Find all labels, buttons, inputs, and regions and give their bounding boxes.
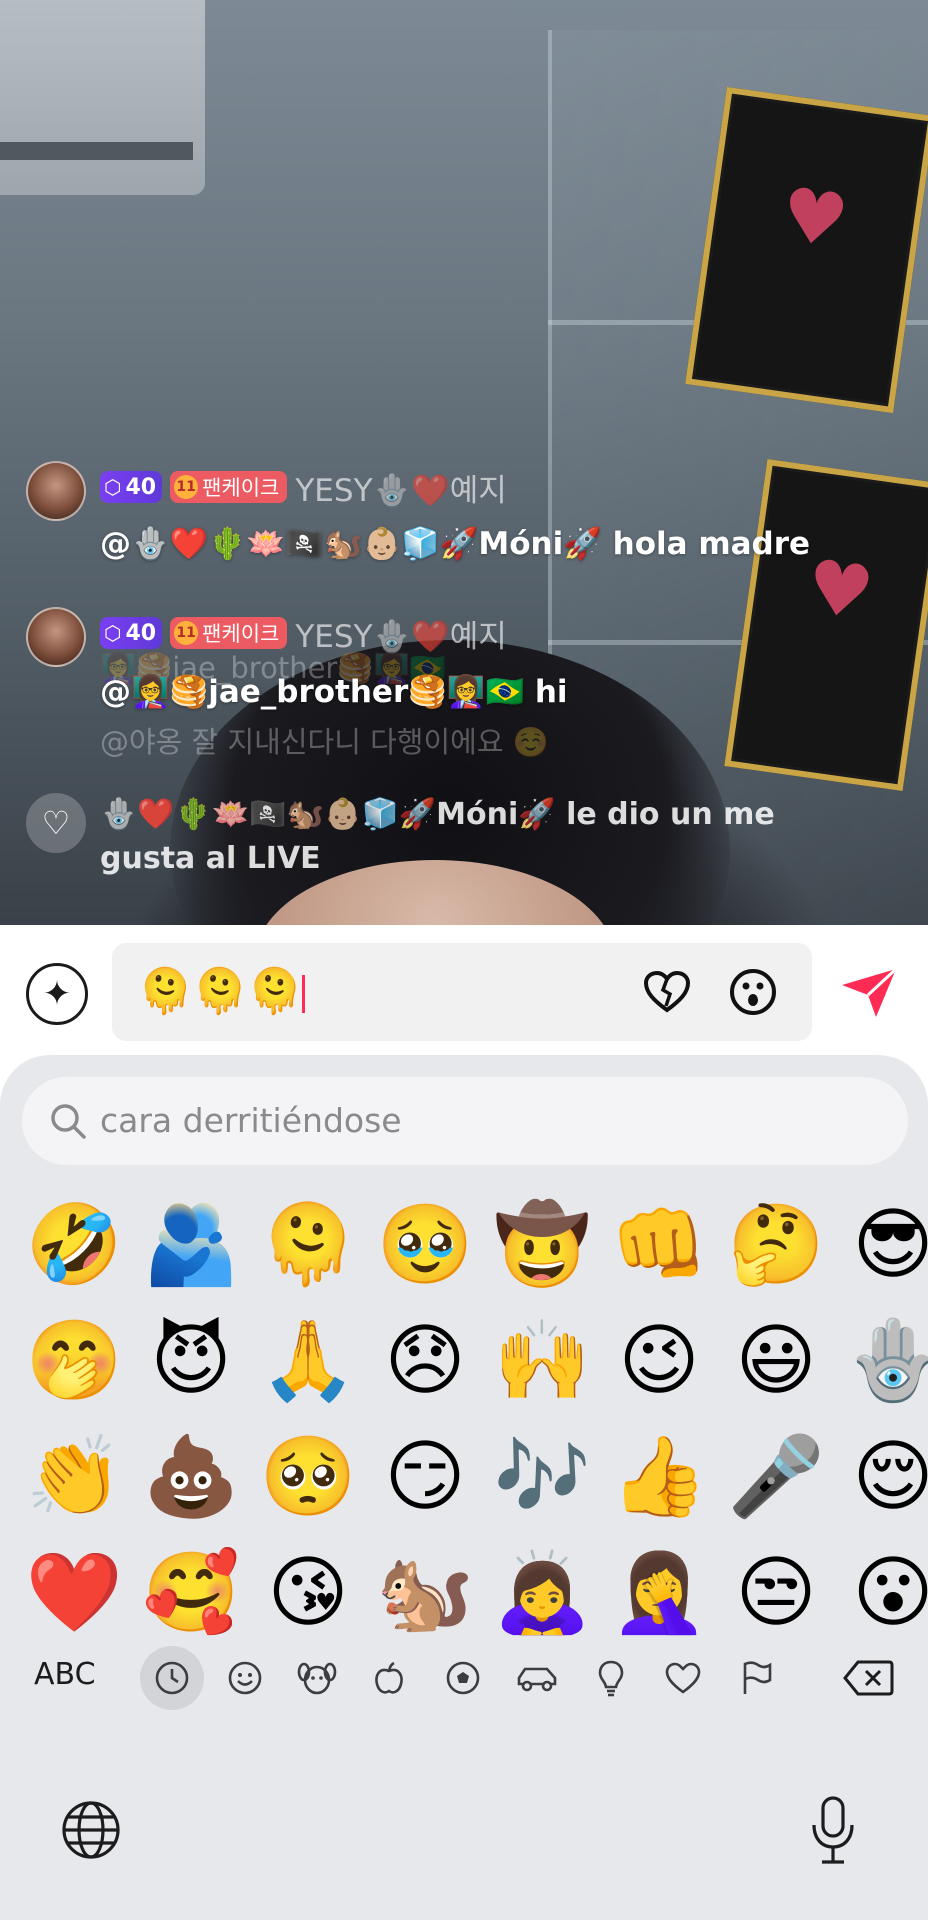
live-video: ♥ ♥ [0,0,928,925]
send-icon [842,967,898,1017]
animal-icon[interactable] [292,1653,342,1703]
emoji-key[interactable]: 🤭 [24,1311,124,1411]
emoji-key[interactable]: 👍 [609,1427,709,1527]
car-icon[interactable] [512,1653,562,1703]
fan-club-badge: 11 팬케이크 [170,471,288,503]
emoji-key[interactable]: 😎 [843,1195,928,1295]
emoji-key[interactable]: 😞 [375,1311,475,1411]
emoji-key[interactable]: 😏 [375,1427,475,1527]
comment-input[interactable]: 🫠🫠🫠 [112,943,812,1041]
gift-heart-button[interactable] [642,967,692,1017]
globe-icon[interactable] [60,1799,122,1861]
award-plaque-top: ♥ [685,86,928,414]
delete-icon[interactable] [840,1653,896,1703]
chat-text: @👩‍🏫🥞jae_brother🥞👩‍🏫🇧🇷 hi [100,674,568,710]
gem-icon: ⬡ [104,621,122,645]
surprised-face-icon [730,969,776,1015]
level-badge: ⬡ 40 [100,617,163,649]
food-icon[interactable] [364,1653,414,1703]
emoji-key[interactable]: 😒 [726,1543,826,1643]
emoji-key[interactable]: 🥺 [258,1427,358,1527]
chat-header: ⬡ 40 11 팬케이크 YESY🪬❤️예지 [100,611,507,655]
heart-icon: ♡ [26,793,86,853]
emoji-key[interactable]: 🤦‍♀️ [609,1543,709,1643]
emoji-key[interactable]: 🥹 [375,1195,475,1295]
smiley-icon[interactable] [220,1653,270,1703]
emoji-key[interactable]: 🤣 [24,1195,124,1295]
avatar[interactable] [26,461,86,521]
comment-input-bar: ✦ 🫠🫠🫠 [0,925,928,1055]
emoji-key[interactable]: 👏 [24,1427,124,1527]
emoji-category-bar: ABC [0,1633,928,1723]
ai-sparkle-button[interactable]: ✦ [26,963,88,1025]
emoji-search-text: cara derritiéndose [100,1101,402,1140]
broken-heart-icon [643,970,691,1013]
chat-ghost-text: @야옹 잘 지내신다니 다행이에요 ☺️ [100,725,549,759]
fan-club-badge: 11 팬케이크 [170,617,288,649]
level-badge: ⬡ 40 [100,471,163,503]
emoji-key[interactable]: 😌 [843,1427,928,1527]
like-notice-text: 🪬❤️🌵🪷🏴‍☠️🐿️👶🏼🧊🚀Móni🚀 le dio un me gusta … [100,797,775,876]
sparkle-icon: ✦ [42,974,72,1014]
emoji-key[interactable]: 😈 [141,1311,241,1411]
keyboard-bottom-row [0,1775,928,1885]
emoji-key[interactable]: 🙇‍♀️ [492,1543,592,1643]
emoji-key[interactable]: 🤔 [726,1195,826,1295]
emoji-key[interactable]: 😃 [726,1311,826,1411]
heart-icon[interactable] [658,1653,708,1703]
emoji-key[interactable]: ❤️ [24,1543,124,1643]
lightbulb-icon[interactable] [586,1653,636,1703]
air-conditioner [0,0,205,195]
comment-input-value: 🫠🫠🫠 [138,966,303,1017]
fan-club-icon: 11 [174,475,199,499]
emoji-key[interactable]: 🪬 [843,1311,928,1411]
microphone-icon[interactable] [808,1795,858,1867]
emoji-key[interactable]: 😉 [609,1311,709,1411]
recent-icon[interactable] [140,1646,204,1710]
emoji-key[interactable]: 😘 [258,1543,358,1643]
avatar[interactable] [26,607,86,667]
chat-username[interactable]: YESY🪬❤️예지 [295,611,506,656]
send-button[interactable] [838,965,900,1021]
ball-icon[interactable] [438,1653,488,1703]
emoji-key[interactable]: 🐿️ [375,1543,475,1643]
emoji-key[interactable]: 🫂 [141,1195,241,1295]
emoji-key[interactable]: 💩 [141,1427,241,1527]
emoji-keyboard: cara derritiéndose 🤣 🫂 🫠 🥹 🤠 👊 🤔 😎 🤭 😈 🙏 😞 🙌 😉 😃 🪬 👏 💩 🥺 😏 🎶… [0,1055,928,1920]
abc-key[interactable]: ABC [34,1657,96,1692]
emoji-key[interactable]: 🙌 [492,1311,592,1411]
chat-text: @🪬❤️🌵🪷🏴‍☠️🐿️👶🏼🧊🚀Móni🚀 hola madre [100,526,811,562]
emoji-button[interactable] [728,967,778,1017]
emoji-key[interactable]: 🎶 [492,1427,592,1527]
emoji-key[interactable]: 😮 [843,1543,928,1643]
emoji-key[interactable]: 🙏 [258,1311,358,1411]
text-caret [302,975,306,1013]
emoji-key[interactable]: 🎤 [726,1427,826,1527]
fan-club-icon: 11 [174,621,199,645]
emoji-key[interactable]: 👊 [609,1195,709,1295]
gem-icon: ⬡ [104,475,122,499]
emoji-key[interactable]: 🤠 [492,1195,592,1295]
emoji-key[interactable]: 🥰 [141,1543,241,1643]
chat-username[interactable]: YESY🪬❤️예지 [295,465,506,510]
chat-header: ⬡ 40 11 팬케이크 YESY🪬❤️예지 [100,465,507,509]
flag-icon[interactable] [732,1653,782,1703]
keyboard-panel: cara derritiéndose 🤣 🫂 🫠 🥹 🤠 👊 🤔 😎 🤭 😈 🙏 😞 🙌 😉 😃 🪬 👏 💩 🥺 😏 🎶… [0,1055,928,1920]
emoji-search-field[interactable]: cara derritiéndose [22,1077,908,1165]
emoji-key[interactable]: 🫠 [258,1195,358,1295]
search-icon [51,1104,86,1139]
